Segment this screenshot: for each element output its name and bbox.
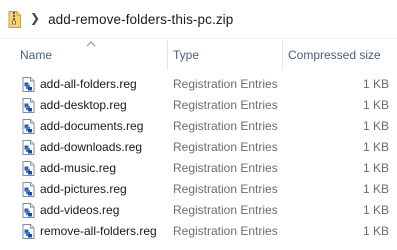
column-header-row: Name Type Compressed size	[0, 40, 397, 70]
reg-file-icon	[22, 140, 35, 155]
chevron-right-icon[interactable]: ❯	[30, 11, 40, 25]
column-header-name[interactable]: Name	[15, 40, 167, 70]
file-name: add-videos.reg	[40, 203, 120, 217]
file-type: Registration Entries	[173, 119, 278, 133]
file-row[interactable]: add-documents.reg Registration Entries 1 K…	[0, 116, 397, 137]
file-size: 1 KB	[362, 182, 389, 196]
file-size: 1 KB	[362, 77, 389, 91]
reg-file-icon	[22, 224, 35, 239]
file-name: add-downloads.reg	[40, 140, 143, 154]
file-type: Registration Entries	[173, 98, 278, 112]
reg-file-icon	[22, 161, 35, 176]
reg-file-icon	[22, 77, 35, 92]
file-type: Registration Entries	[173, 161, 278, 175]
file-type: Registration Entries	[173, 224, 278, 238]
file-explorer-window: ❯ add-remove-folders-this-pc.zip Name Ty…	[0, 0, 397, 250]
file-type: Registration Entries	[173, 140, 278, 154]
file-type: Registration Entries	[173, 182, 278, 196]
file-row[interactable]: add-downloads.reg Registration Entries 1 K…	[0, 137, 397, 158]
file-row[interactable]: add-videos.reg Registration Entries 1 KB	[0, 200, 397, 221]
file-row[interactable]: remove-all-folders.reg Registration Entri…	[0, 221, 397, 242]
file-size: 1 KB	[362, 140, 389, 154]
zip-folder-icon	[8, 10, 21, 28]
file-name: add-music.reg	[40, 161, 117, 175]
file-size: 1 KB	[362, 98, 389, 112]
file-size: 1 KB	[362, 119, 389, 133]
file-row[interactable]: add-music.reg Registration Entries 1 KB	[0, 158, 397, 179]
divider	[0, 38, 397, 39]
file-type: Registration Entries	[173, 77, 278, 91]
file-size: 1 KB	[362, 161, 389, 175]
column-header-name-label: Name	[20, 48, 53, 62]
breadcrumb-path[interactable]: add-remove-folders-this-pc.zip	[48, 12, 233, 27]
file-row[interactable]: add-all-folders.reg Registration Entries 1…	[0, 74, 397, 95]
file-name: add-all-folders.reg	[40, 77, 137, 91]
file-list: add-all-folders.reg Registration Entries 1…	[0, 74, 397, 242]
reg-file-icon	[22, 182, 35, 197]
file-type: Registration Entries	[173, 203, 278, 217]
file-name: remove-all-folders.reg	[40, 224, 157, 238]
file-row[interactable]: add-pictures.reg Registration Entries 1 KB	[0, 179, 397, 200]
column-header-type[interactable]: Type	[167, 40, 282, 70]
reg-file-icon	[22, 203, 35, 218]
file-size: 1 KB	[362, 224, 389, 238]
reg-file-icon	[22, 98, 35, 113]
column-header-size-label: Compressed size	[288, 48, 381, 62]
file-name: add-pictures.reg	[40, 182, 127, 196]
reg-file-icon	[22, 119, 35, 134]
address-bar[interactable]: ❯ add-remove-folders-this-pc.zip	[8, 6, 397, 32]
column-header-compressed-size[interactable]: Compressed size	[282, 40, 397, 70]
file-size: 1 KB	[362, 203, 389, 217]
column-header-type-label: Type	[173, 48, 200, 62]
file-name: add-desktop.reg	[40, 98, 127, 112]
file-name: add-documents.reg	[40, 119, 144, 133]
file-row[interactable]: add-desktop.reg Registration Entries 1 KB	[0, 95, 397, 116]
